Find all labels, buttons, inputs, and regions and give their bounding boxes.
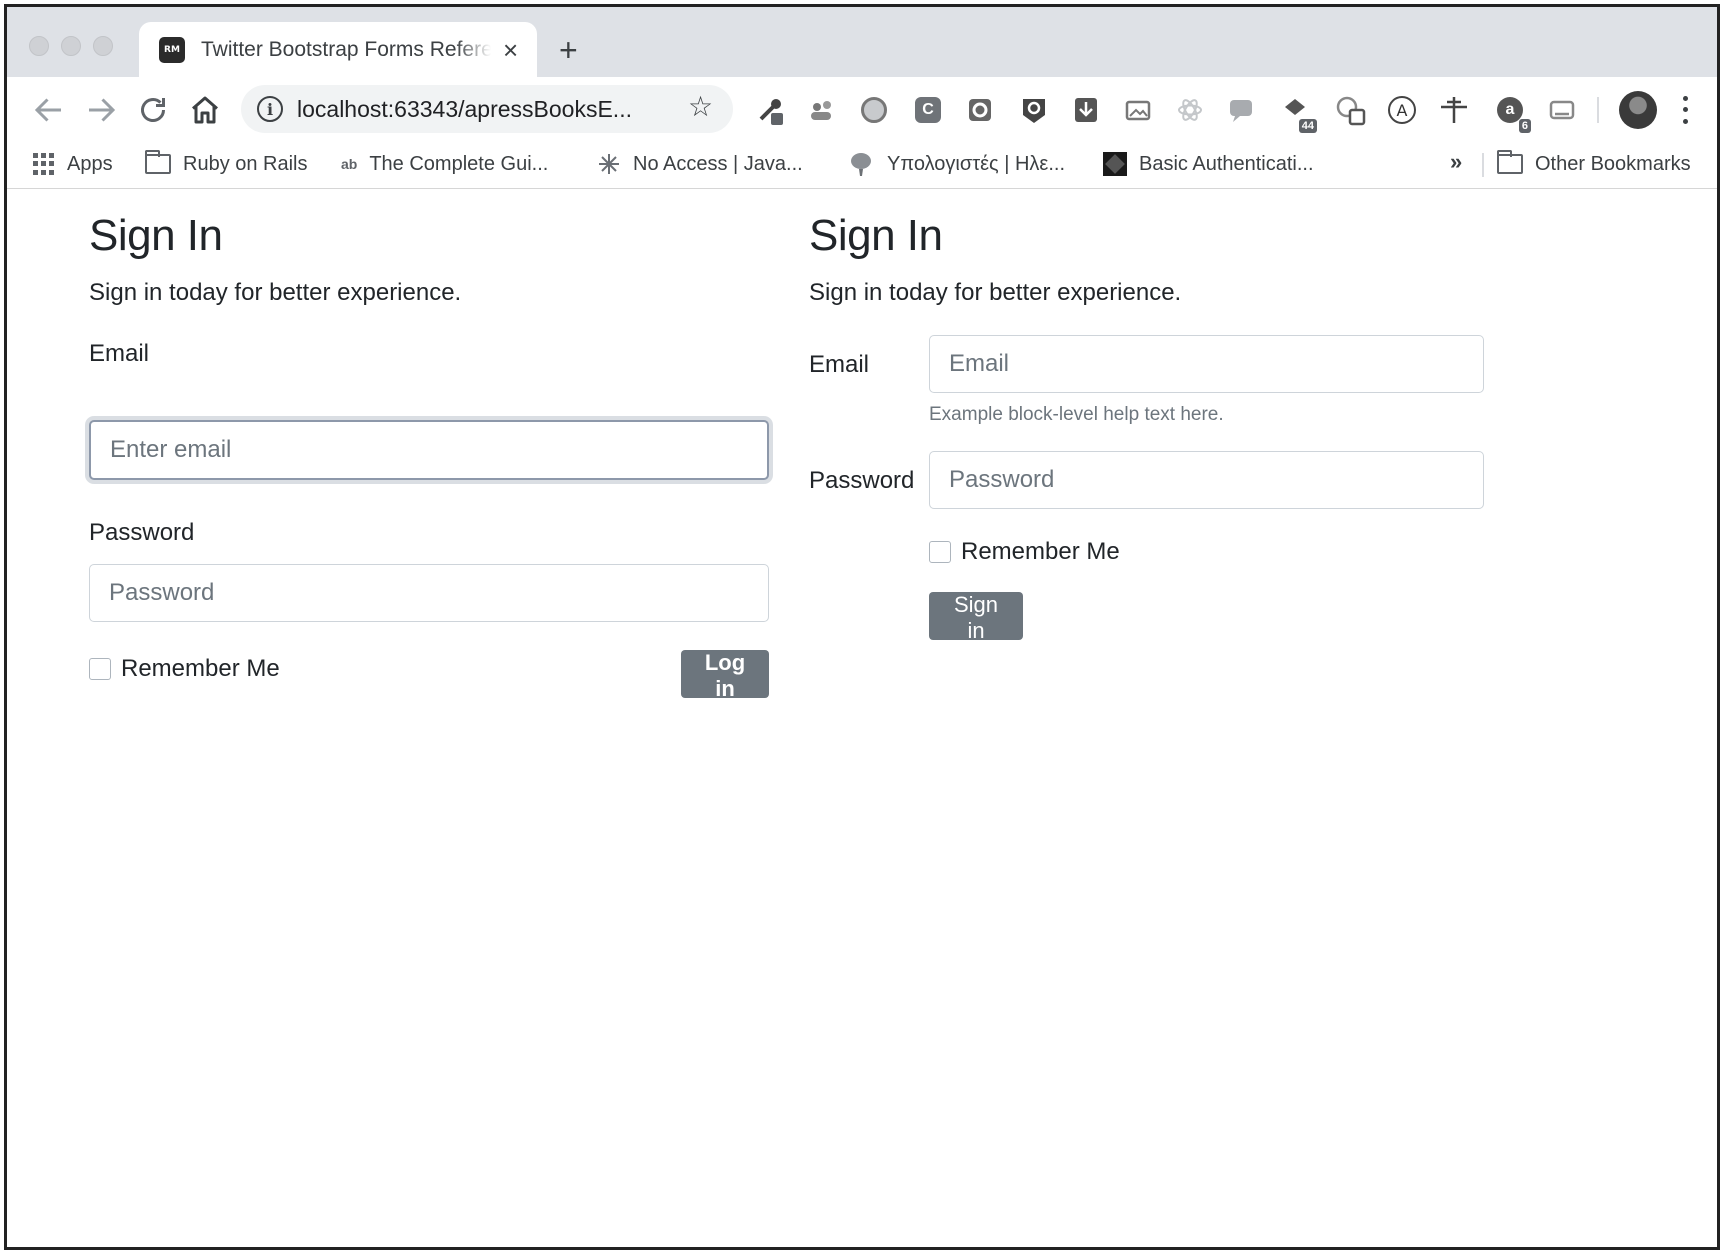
remember-me-label: Remember Me [121, 655, 280, 682]
tab-strip: RM Twitter Bootstrap Forms Reference × + [7, 7, 1717, 77]
email-input[interactable] [89, 420, 769, 480]
checkbox-box[interactable] [929, 541, 951, 563]
forward-icon[interactable] [83, 92, 119, 128]
remember-me-checkbox[interactable]: Remember Me [929, 538, 1120, 566]
reload-icon[interactable] [135, 92, 171, 128]
email-input[interactable] [929, 335, 1484, 393]
remember-me-checkbox[interactable]: Remember Me [89, 655, 280, 683]
toolbar-divider [1597, 97, 1599, 123]
home-icon[interactable] [187, 92, 223, 128]
tab-title: Twitter Bootstrap Forms Reference [201, 37, 491, 61]
tab-close-icon[interactable]: × [503, 37, 518, 63]
url-text[interactable]: localhost:63343/apressBooksE... [297, 96, 632, 123]
browser-menu-icon[interactable] [1679, 93, 1691, 127]
address-bar[interactable]: i localhost:63343/apressBooksE... ☆ [241, 85, 733, 133]
sparkle-icon [597, 152, 621, 176]
back-icon[interactable] [31, 92, 67, 128]
bookmark-no-access-java[interactable]: No Access | Java... [597, 149, 803, 179]
bookmarks-divider [1482, 153, 1484, 177]
eyedropper-extension-icon[interactable] [753, 93, 787, 127]
bookmark-basic-authentication[interactable]: Basic Authenticati... [1103, 149, 1314, 179]
download-extension-icon[interactable] [1069, 93, 1103, 127]
bookmark-apps[interactable]: Apps [33, 149, 113, 179]
remember-me-label: Remember Me [961, 538, 1120, 565]
bookmark-label: Apps [67, 152, 113, 175]
minimize-window-button[interactable] [61, 36, 81, 56]
move-extension-icon[interactable] [1437, 93, 1471, 127]
bookmark-label: Ruby on Rails [183, 152, 308, 175]
browser-window: RM Twitter Bootstrap Forms Reference × +… [4, 4, 1720, 1250]
extension-badge: 44 [1298, 119, 1317, 133]
folder-icon [145, 150, 171, 174]
password-label: Password [89, 519, 195, 546]
globe-extension-icon[interactable] [1333, 93, 1367, 127]
image-extension-icon[interactable] [1121, 93, 1155, 127]
bookmark-label: Other Bookmarks [1535, 152, 1691, 175]
page-title: Sign In [809, 211, 943, 260]
bookmark-label: Basic Authenticati... [1139, 152, 1314, 175]
a-extension-icon[interactable]: a 6 [1493, 93, 1531, 133]
active-tab[interactable]: RM Twitter Bootstrap Forms Reference × [139, 22, 537, 77]
close-window-button[interactable] [29, 36, 49, 56]
extension-badge: 6 [1518, 119, 1531, 133]
bookmark-label: No Access | Java... [633, 152, 803, 175]
circle-extension-icon[interactable] [857, 93, 891, 127]
browser-toolbar: i localhost:63343/apressBooksE... ☆ C 44… [7, 77, 1717, 141]
bulb-extension-icon[interactable] [1017, 93, 1051, 127]
cast-extension-icon[interactable] [1545, 93, 1579, 127]
password-input[interactable] [929, 451, 1484, 509]
bookmarks-bar: Apps Ruby on Rails ab The Complete Gui..… [7, 141, 1717, 189]
react-extension-icon[interactable] [1173, 93, 1207, 127]
site-info-icon[interactable]: i [257, 96, 283, 122]
folder-icon [1497, 150, 1523, 174]
email-help-text: Example block-level help text here. [929, 404, 1224, 425]
log-in-button[interactable]: Log in [681, 650, 769, 701]
page-title: Sign In [89, 211, 223, 260]
window-controls [29, 36, 113, 56]
bookmark-ypologistes[interactable]: Υπολογιστές | Ηλε... [847, 149, 1065, 179]
sign-in-button[interactable]: Sign in [929, 592, 1023, 643]
bookmark-ruby-on-rails[interactable]: Ruby on Rails [145, 149, 308, 179]
bookmark-label: The Complete Gui... [369, 152, 549, 175]
svg-text:A: A [1397, 101, 1408, 120]
password-label: Password [809, 467, 915, 494]
gear-extension-icon[interactable] [963, 93, 997, 127]
new-tab-button[interactable]: + [559, 34, 578, 66]
chat-extension-icon[interactable] [1225, 93, 1259, 127]
rubymine-favicon-icon: RM [159, 36, 185, 63]
ab-icon: ab [341, 156, 358, 172]
email-label: Email [809, 351, 870, 378]
password-input[interactable] [89, 564, 769, 622]
apps-grid-icon [33, 153, 55, 175]
page-subtitle: Sign in today for better experience. [89, 279, 462, 306]
bookmark-star-icon[interactable]: ☆ [688, 93, 713, 121]
bookmarks-overflow-icon[interactable]: » [1450, 149, 1462, 175]
badge-extension-icon[interactable]: 44 [1279, 93, 1317, 133]
c-extension-icon[interactable]: C [911, 93, 945, 127]
people-extension-icon[interactable] [805, 93, 839, 127]
checkbox-box[interactable] [89, 658, 111, 680]
bookmark-other-bookmarks[interactable]: Other Bookmarks [1497, 149, 1691, 179]
balloon-icon [847, 150, 875, 178]
bookmark-complete-guide[interactable]: ab The Complete Gui... [341, 149, 548, 179]
bookmark-label: Υπολογιστές | Ηλε... [887, 152, 1065, 175]
font-extension-icon[interactable]: A [1385, 93, 1419, 127]
profile-avatar[interactable] [1619, 91, 1657, 129]
email-label: Email [89, 340, 150, 367]
page-subtitle: Sign in today for better experience. [809, 279, 1182, 306]
maximize-window-button[interactable] [93, 36, 113, 56]
cube-icon [1103, 152, 1127, 176]
page-content: Sign In Sign in today for better experie… [7, 190, 1717, 1247]
